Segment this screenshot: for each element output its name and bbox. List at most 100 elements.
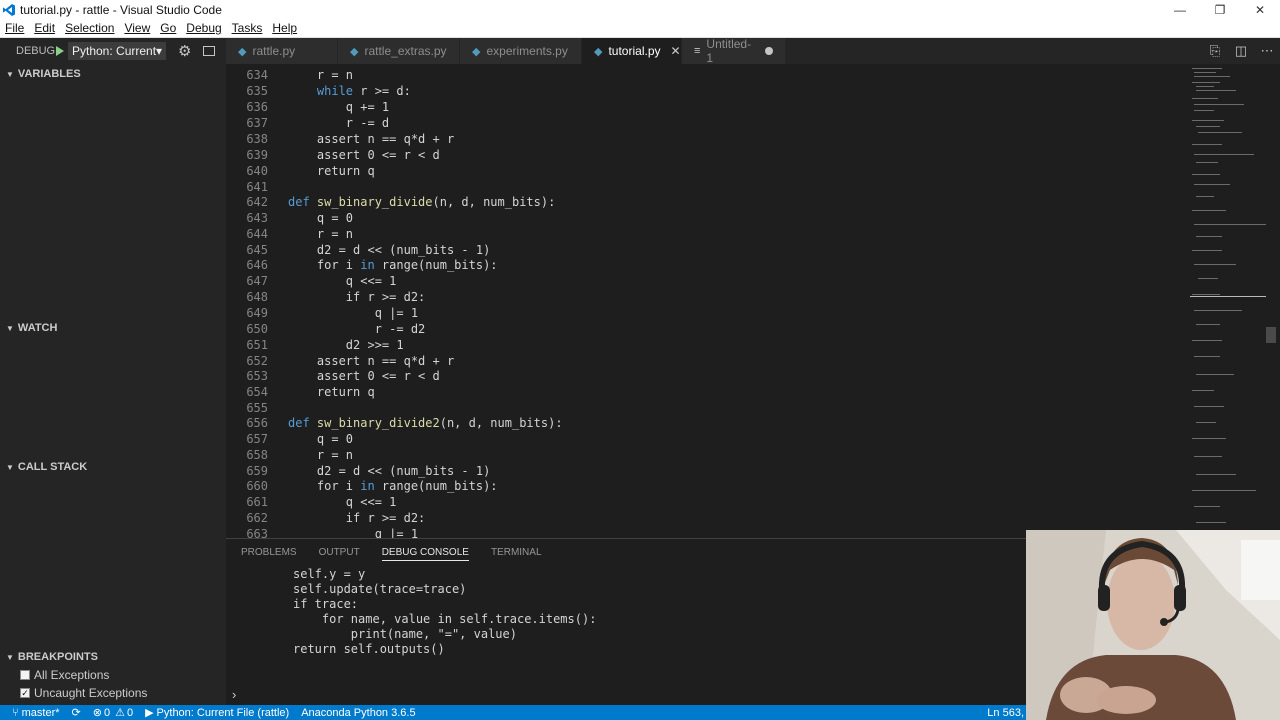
code-line: 645 d2 = d << (num_bits - 1) [246, 243, 491, 257]
menu-tasks[interactable]: Tasks [227, 21, 268, 35]
debug-config-status[interactable]: ▶ Python: Current File (rattle) [145, 706, 290, 720]
minimap[interactable] [1190, 64, 1266, 538]
breakpoint-label: All Exceptions [34, 668, 110, 682]
debug-sidebar: ▼ VARIABLES ▼ WATCH ▼ CALL STACK ▼ BREAK… [0, 64, 226, 705]
call-stack-section-header[interactable]: ▼ CALL STACK [0, 457, 226, 477]
warning-icon: ⚠ [115, 707, 125, 719]
section-title: WATCH [17, 322, 58, 334]
code-line: 659 d2 = d << (num_bits - 1) [246, 464, 491, 478]
open-changes-icon[interactable]: ⎘ [1202, 43, 1228, 59]
code-line: 648 if r >= d2: [246, 290, 426, 304]
tab-label: rattle_extras.py [364, 44, 447, 58]
restore-button[interactable]: ❐ [1200, 0, 1240, 19]
code-line: 647 q <<= 1 [246, 274, 397, 288]
tab-untitled-1[interactable]: ≡ Untitled-1 [682, 37, 786, 65]
code-line: 657 q = 0 [246, 432, 354, 446]
tab-tutorial-py[interactable]: ◆ tutorial.py ✕ [582, 38, 682, 64]
python-file-icon: ◆ [472, 45, 481, 58]
tab-label: experiments.py [486, 44, 568, 58]
code-line: 660 for i in range(num_bits): [246, 479, 498, 493]
tab-rattle-py[interactable]: ◆ rattle.py [226, 38, 338, 64]
console-line: if trace: [293, 597, 359, 611]
git-branch-icon: ⑂ [12, 706, 19, 719]
menu-view[interactable]: View [119, 21, 155, 35]
breakpoint-label: Uncaught Exceptions [34, 686, 148, 700]
menu-debug[interactable]: Debug [181, 21, 226, 35]
problems-status[interactable]: ⊗ 0 ⚠ 0 [92, 706, 134, 720]
code-line: 644 r = n [246, 227, 354, 241]
menu-help[interactable]: Help [267, 21, 302, 35]
code-line: 661 q <<= 1 [246, 495, 397, 509]
code-line: 646 for i in range(num_bits): [246, 258, 498, 272]
gear-icon[interactable]: ⚙ [178, 42, 191, 60]
variables-section-header[interactable]: ▼ VARIABLES [0, 64, 226, 84]
tab-output[interactable]: OUTPUT [319, 547, 360, 561]
tab-terminal[interactable]: TERMINAL [491, 547, 542, 561]
menu-go[interactable]: Go [155, 21, 181, 35]
sync-icon[interactable]: ⟳ [72, 706, 81, 719]
branch-name: master* [21, 706, 60, 719]
code-line: 653 assert 0 <= r < d [246, 369, 440, 383]
tab-debug-console[interactable]: DEBUG CONSOLE [381, 547, 469, 561]
chevron-down-icon: ▼ [6, 652, 14, 662]
error-icon: ⊗ [92, 707, 102, 719]
code-line: 634 r = n [246, 68, 354, 82]
debug-config-label: Python: Current File (rattle) [156, 706, 290, 719]
menu-bar: File Edit Selection View Go Debug Tasks … [0, 19, 1280, 38]
start-debugging-icon[interactable] [56, 46, 64, 56]
debug-console-icon[interactable] [203, 46, 216, 56]
code-line: 649 q |= 1 [246, 306, 419, 320]
menu-selection[interactable]: Selection [60, 21, 119, 35]
code-line: 637 r -= d [246, 116, 390, 130]
tab-label: Untitled-1 [706, 37, 752, 65]
tab-rattle-extras-py[interactable]: ◆ rattle_extras.py [338, 38, 460, 64]
debug-config-value: Python: Current [72, 44, 157, 58]
tab-label: tutorial.py [608, 44, 661, 58]
python-file-icon: ◆ [594, 45, 603, 58]
window-title: tutorial.py - rattle - Visual Studio Cod… [20, 2, 222, 17]
webcam-overlay [1026, 530, 1280, 720]
menu-edit[interactable]: Edit [29, 21, 60, 35]
debug-config-select[interactable]: Python: Current ▾ [68, 42, 166, 60]
console-line: return self.outputs() [293, 642, 445, 656]
tab-problems[interactable]: PROBLEMS [241, 547, 297, 561]
watch-section-header[interactable]: ▼ WATCH [0, 318, 226, 338]
close-tab-icon[interactable]: ✕ [671, 44, 681, 58]
split-editor-icon[interactable]: ◫ [1228, 43, 1254, 59]
cursor-position[interactable]: Ln 563, [987, 707, 1024, 719]
scrollbar-thumb[interactable] [1266, 327, 1276, 343]
code-editor[interactable]: 634 r = n 635 while r >= d: 636 q += 1 6… [226, 64, 1280, 538]
editor-tabs: ◆ rattle.py ◆ rattle_extras.py ◆ experim… [226, 37, 1280, 65]
checkbox[interactable] [20, 670, 30, 680]
code-line: 636 q += 1 [246, 100, 390, 114]
editor-scrollbar[interactable] [1266, 64, 1280, 538]
code-line: 642 def sw_binary_divide(n, d, num_bits): [246, 195, 556, 209]
unsaved-dot-icon[interactable] [765, 47, 773, 55]
checkbox-checked[interactable]: ✓ [20, 688, 30, 698]
breakpoint-all-exceptions[interactable]: All Exceptions [20, 666, 109, 684]
chevron-down-icon: ▼ [6, 462, 14, 472]
breakpoint-uncaught-exceptions[interactable]: ✓ Uncaught Exceptions [20, 684, 147, 702]
menu-file[interactable]: File [0, 21, 29, 35]
branch-status[interactable]: ⑂ master* [12, 707, 60, 719]
tab-experiments-py[interactable]: ◆ experiments.py [460, 38, 582, 64]
python-file-icon: ◆ [238, 45, 247, 58]
section-title: BREAKPOINTS [17, 651, 98, 663]
chevron-down-icon: ▼ [6, 323, 14, 333]
code-line: 650 r -= d2 [246, 322, 426, 336]
code-line: 656 def sw_binary_divide2(n, d, num_bits)… [246, 416, 563, 430]
chevron-down-icon: ▼ [6, 69, 14, 79]
code-line: 658 r = n [246, 448, 354, 462]
breakpoints-section-header[interactable]: ▼ BREAKPOINTS [0, 647, 226, 667]
text-file-icon: ≡ [694, 45, 701, 57]
interpreter-status[interactable]: Anaconda Python 3.6.5 [301, 707, 415, 719]
section-title: VARIABLES [17, 68, 81, 80]
console-input-prompt[interactable]: › [232, 687, 236, 702]
title-bar: tutorial.py - rattle - Visual Studio Cod… [0, 0, 1280, 19]
minimize-button[interactable]: — [1160, 0, 1200, 19]
close-window-button[interactable]: ✕ [1240, 0, 1280, 19]
code-line: 641 [246, 180, 268, 194]
code-line: 652 assert n == q*d + r [246, 354, 455, 368]
more-actions-icon[interactable]: ⋯ [1254, 43, 1280, 59]
warning-count: 0 [126, 706, 134, 719]
